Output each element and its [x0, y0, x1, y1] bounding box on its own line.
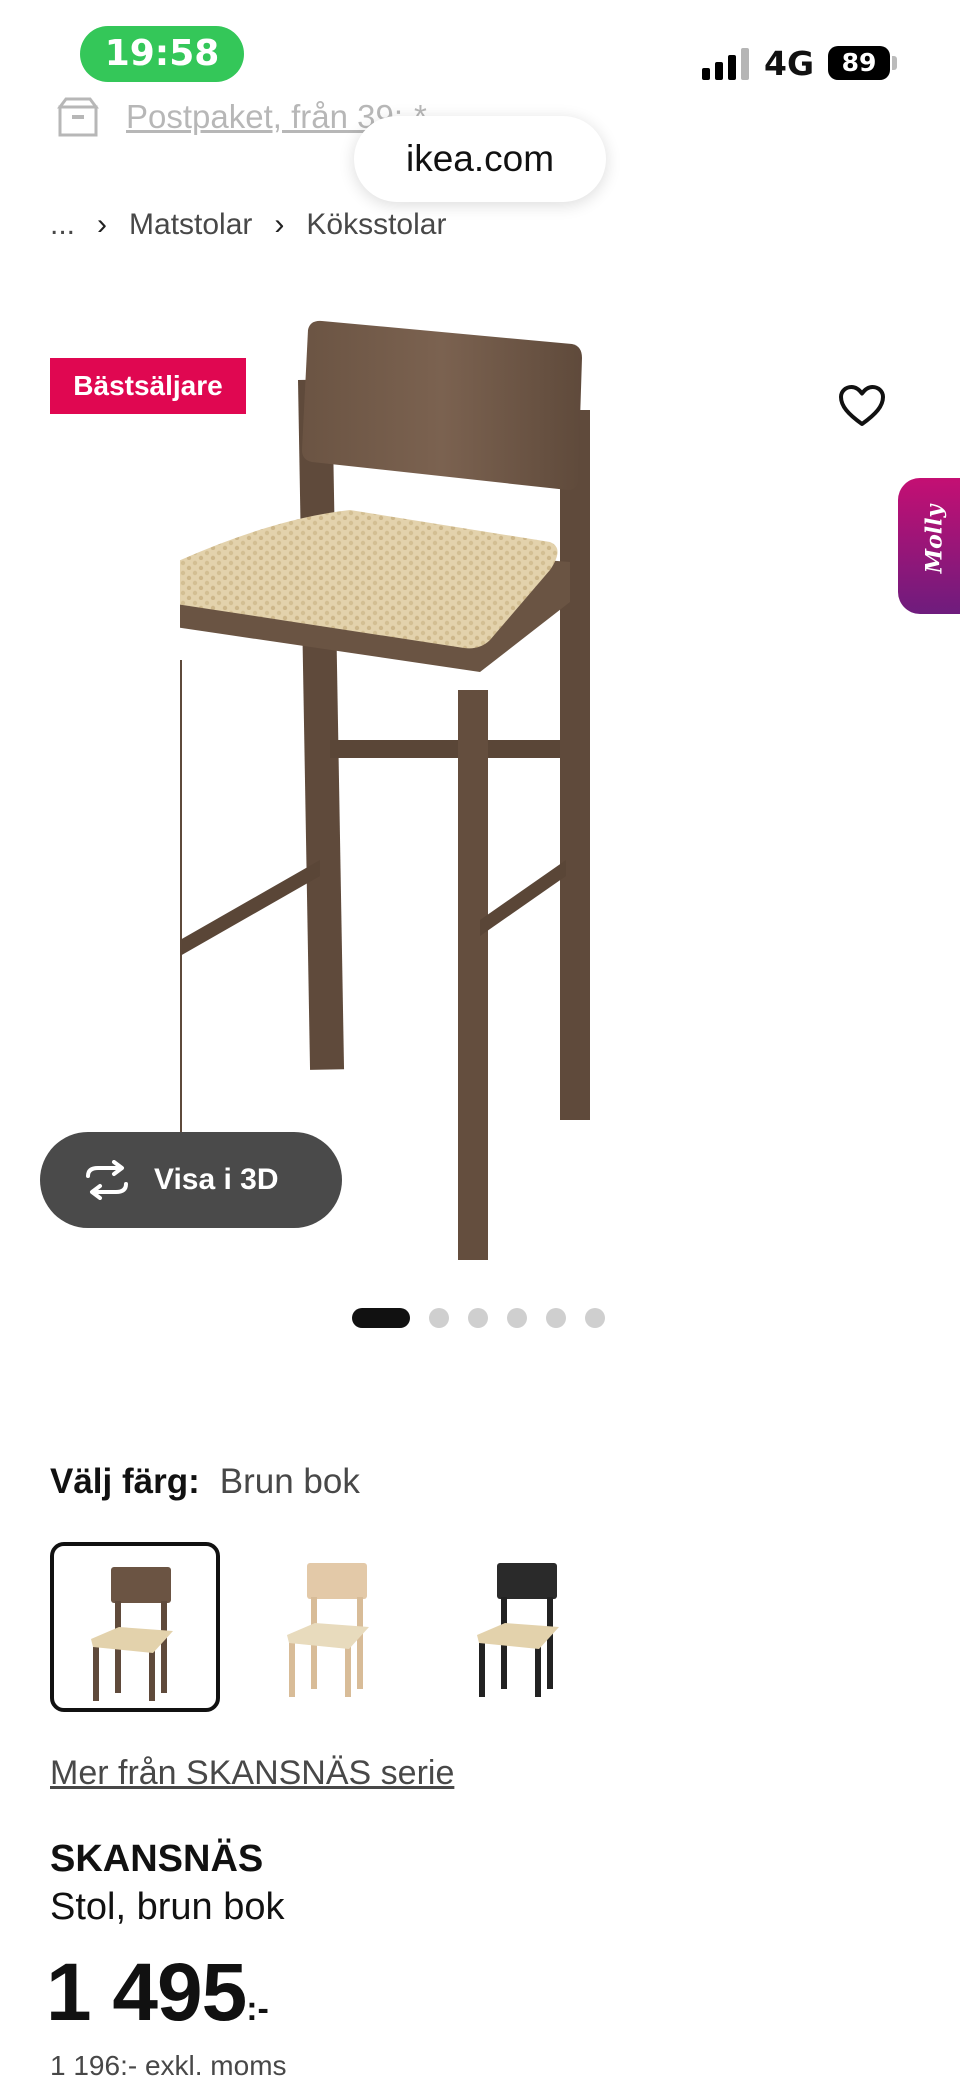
breadcrumb-item-koksstolar[interactable]: Köksstolar [306, 208, 446, 242]
carousel-dot[interactable] [585, 1308, 605, 1328]
price-number: 1 495 [46, 1947, 247, 2038]
rotate-3d-icon [86, 1160, 128, 1200]
carousel-dot[interactable] [546, 1308, 566, 1328]
product-description: Stol, brun bok [50, 1886, 285, 1928]
breadcrumb: ... › Matstolar › Köksstolar [50, 208, 446, 242]
heart-icon[interactable] [838, 384, 886, 428]
price: 1 495:- [46, 1946, 269, 2040]
view-3d-button[interactable]: Visa i 3D [40, 1132, 342, 1228]
signal-icon [702, 48, 749, 80]
price-suffix: :- [246, 1990, 269, 2028]
color-selector-label-row: Välj färg: Brun bok [50, 1462, 360, 1502]
battery-icon: 89 [828, 46, 890, 80]
view-3d-label: Visa i 3D [154, 1163, 279, 1196]
chevron-right-icon: › [274, 208, 285, 241]
selected-color: Brun bok [219, 1462, 360, 1501]
color-label: Välj färg: [50, 1462, 200, 1501]
carousel-dot[interactable] [429, 1308, 449, 1328]
product-image[interactable] [180, 320, 800, 1260]
url-bar[interactable]: ikea.com [354, 116, 606, 202]
assistant-tab[interactable]: Molly [898, 478, 960, 614]
carousel-dot[interactable] [468, 1308, 488, 1328]
image-carousel-dots [352, 1308, 624, 1328]
carousel-dot-active[interactable] [352, 1308, 410, 1328]
price-ex-vat: 1 196:- exkl. moms [50, 2050, 287, 2078]
chair-thumbnail [287, 1563, 369, 1697]
chair-thumbnail [91, 1567, 173, 1701]
status-time: 19:58 [80, 26, 244, 82]
carousel-dot[interactable] [507, 1308, 527, 1328]
product-name: SKANSNÄS [50, 1838, 264, 1880]
product-page: 19:58 4G 89 Postpaket, från 39:-* ikea.c… [0, 0, 960, 2078]
series-link[interactable]: Mer från SKANSNÄS serie [50, 1754, 454, 1793]
assistant-label: Molly [921, 504, 948, 574]
network-type: 4G [764, 44, 815, 83]
color-swatch-brown[interactable] [50, 1542, 220, 1712]
color-swatch-black[interactable] [440, 1542, 610, 1712]
battery-tip [892, 56, 897, 70]
package-icon [57, 97, 99, 137]
chevron-right-icon: › [97, 208, 108, 241]
chair-thumbnail [477, 1563, 559, 1697]
breadcrumb-ellipsis[interactable]: ... [50, 208, 75, 242]
color-swatch-natural[interactable] [250, 1542, 420, 1712]
breadcrumb-item-matstolar[interactable]: Matstolar [129, 208, 252, 242]
